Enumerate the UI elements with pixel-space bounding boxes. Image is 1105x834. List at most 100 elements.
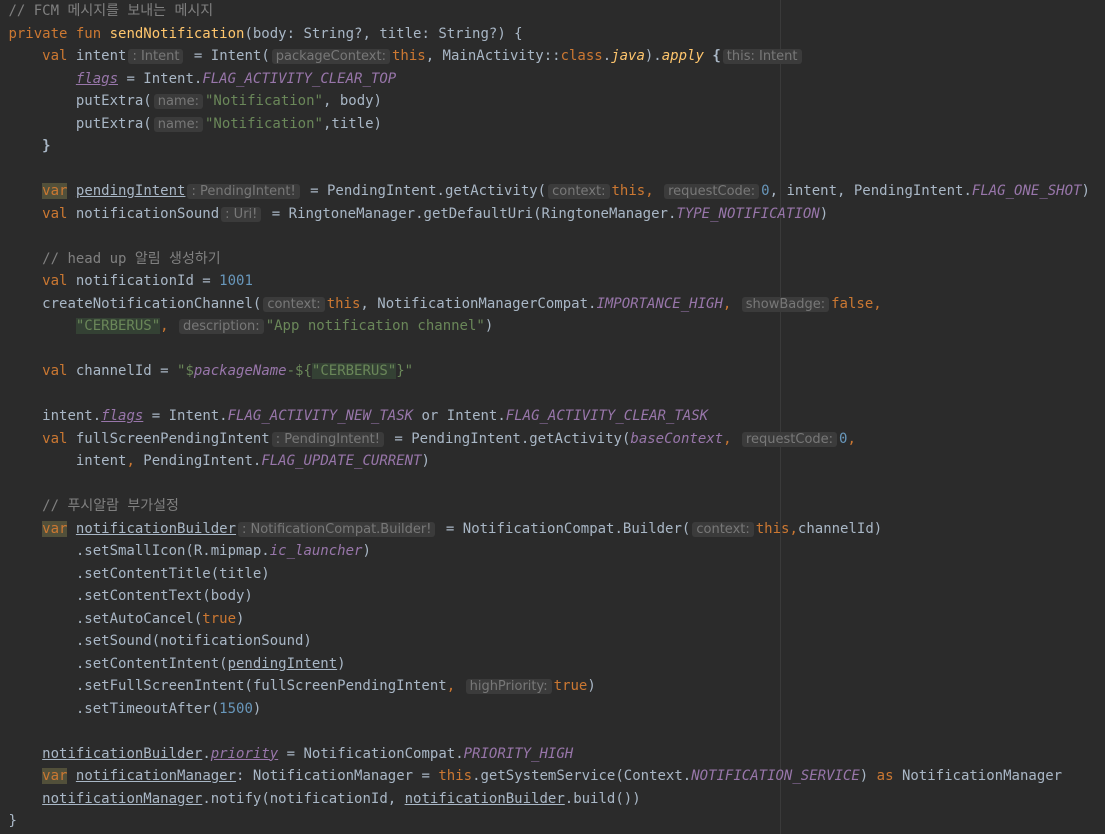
code-token: this: [755, 520, 790, 537]
code-line[interactable]: var notificationBuilder: NotificationCom…: [0, 518, 1105, 541]
code-area[interactable]: // FCM 메시지를 보내는 메시지 private fun sendNoti…: [0, 0, 1105, 833]
code-token: }: [8, 813, 17, 829]
code-line[interactable]: flags = Intent.FLAG_ACTIVITY_CLEAR_TOP: [0, 68, 1105, 91]
code-line[interactable]: .setFullScreenIntent(fullScreenPendingIn…: [0, 675, 1105, 698]
code-line[interactable]: .setSmallIcon(R.mipmap.ic_launcher): [0, 540, 1105, 563]
code-token: // head up 알림 생성하기: [42, 250, 221, 267]
code-token: createNotificationChannel(: [42, 295, 262, 312]
code-token: IMPORTANCE_HIGH: [596, 295, 723, 312]
code-token: ): [1081, 183, 1090, 199]
code-line[interactable]: [0, 225, 1105, 248]
code-line[interactable]: [0, 720, 1105, 743]
code-line[interactable]: .setContentTitle(title): [0, 563, 1105, 586]
code-token: = Intent(: [185, 48, 270, 64]
code-line[interactable]: val fullScreenPendingIntent: PendingInte…: [0, 428, 1105, 451]
code-line[interactable]: .setSound(notificationSound): [0, 630, 1105, 653]
parameter-hint: showBadge:: [741, 296, 830, 312]
code-line[interactable]: putExtra(name: "Notification",title): [0, 113, 1105, 136]
parameter-hint: context:: [548, 184, 610, 199]
code-token: ): [252, 700, 262, 717]
code-token: putExtra(: [75, 115, 152, 132]
code-line[interactable]: "CERBERUS", description: "App notificatio…: [0, 315, 1105, 338]
code-line[interactable]: val channelId = "$packageName-${"CERBERU…: [0, 360, 1105, 383]
code-token: channelId =: [75, 363, 178, 379]
code-line[interactable]: val intent: Intent = Intent(packageConte…: [0, 45, 1105, 68]
code-line[interactable]: private fun sendNotification(body: Strin…: [0, 23, 1105, 46]
code-token: "CERBERUS": [75, 318, 161, 334]
code-line[interactable]: [0, 383, 1105, 406]
code-line[interactable]: notificationManager.notify(notificationI…: [0, 788, 1105, 811]
code-line[interactable]: notificationBuilder.priority = Notificat…: [0, 743, 1105, 766]
code-line[interactable]: // FCM 메시지를 보내는 메시지: [0, 0, 1105, 23]
code-token: = RingtoneManager.getDefaultUri(Ringtone…: [263, 205, 677, 222]
code-line[interactable]: val notificationId = 1001: [0, 270, 1105, 293]
code-token: ic_launcher: [269, 543, 363, 559]
parameter-hint: : PendingIntent!: [271, 431, 384, 447]
code-token: "Notification": [204, 115, 323, 132]
code-line[interactable]: .setContentText(body): [0, 585, 1105, 608]
parameter-hint: context:: [692, 521, 754, 537]
code-token: 1500: [219, 700, 253, 717]
parameter-hint: : Intent: [128, 49, 184, 64]
code-line[interactable]: .setContentIntent(pendingIntent): [0, 653, 1105, 676]
code-token: false: [831, 295, 874, 312]
code-line[interactable]: // 푸시알람 부가설정: [0, 495, 1105, 518]
code-line[interactable]: .setTimeoutAfter(1500): [0, 698, 1105, 721]
code-token: = Intent.: [143, 408, 228, 424]
parameter-hint: : Uri!: [221, 206, 262, 222]
code-token: class: [560, 48, 603, 64]
code-line[interactable]: intent.flags = Intent.FLAG_ACTIVITY_NEW_…: [0, 405, 1105, 428]
code-token: = NotificationCompat.: [278, 745, 464, 762]
parameter-hint: description:: [179, 319, 264, 334]
code-token: ): [362, 543, 371, 559]
code-token: // FCM 메시지를 보내는 메시지: [8, 3, 214, 19]
code-token: .notify(notificationId,: [202, 790, 405, 807]
code-token: = Intent.: [118, 70, 203, 87]
code-token: true: [202, 610, 237, 627]
code-editor[interactable]: // FCM 메시지를 보내는 메시지 private fun sendNoti…: [0, 0, 1105, 834]
code-token: NotificationManager: [901, 768, 1063, 784]
code-token: pendingIntent: [75, 183, 186, 199]
code-token: 1001: [219, 273, 253, 289]
code-line[interactable]: .setAutoCancel(true): [0, 608, 1105, 631]
code-token: ): [236, 610, 245, 627]
code-token: var: [42, 768, 68, 784]
parameter-hint: highPriority:: [465, 679, 552, 694]
code-line[interactable]: var pendingIntent: PendingIntent! = Pend…: [0, 180, 1105, 203]
code-token: var: [42, 183, 68, 199]
code-line[interactable]: createNotificationChannel(context: this, …: [0, 293, 1105, 316]
code-line[interactable]: [0, 338, 1105, 361]
code-token: .setContentText(body): [75, 588, 253, 604]
code-line[interactable]: }: [0, 810, 1105, 833]
parameter-hint: requestCode:: [741, 431, 838, 447]
code-token: notificationId =: [75, 273, 220, 289]
code-token: notificationBuilder: [42, 745, 203, 762]
code-token: "App notification channel": [265, 318, 485, 334]
code-line[interactable]: putExtra(name: "Notification", body): [0, 90, 1105, 113]
code-token: ,: [873, 295, 882, 312]
code-token: .setFullScreenIntent(fullScreenPendingIn…: [75, 678, 447, 694]
code-token: ,title): [322, 115, 382, 132]
code-token: "$: [177, 363, 194, 379]
code-line[interactable]: [0, 158, 1105, 181]
code-line[interactable]: var notificationManager: NotificationMan…: [0, 765, 1105, 788]
code-token: "CERBERUS": [311, 363, 397, 379]
code-token: FLAG_ACTIVITY_NEW_TASK: [227, 408, 414, 424]
code-line[interactable]: intent, PendingIntent.FLAG_UPDATE_CURREN…: [0, 450, 1105, 473]
code-line[interactable]: // head up 알림 생성하기: [0, 248, 1105, 271]
code-line[interactable]: val notificationSound: Uri! = RingtoneMa…: [0, 203, 1105, 226]
code-line[interactable]: [0, 473, 1105, 496]
code-line[interactable]: }: [0, 135, 1105, 158]
code-token: as: [876, 768, 902, 784]
